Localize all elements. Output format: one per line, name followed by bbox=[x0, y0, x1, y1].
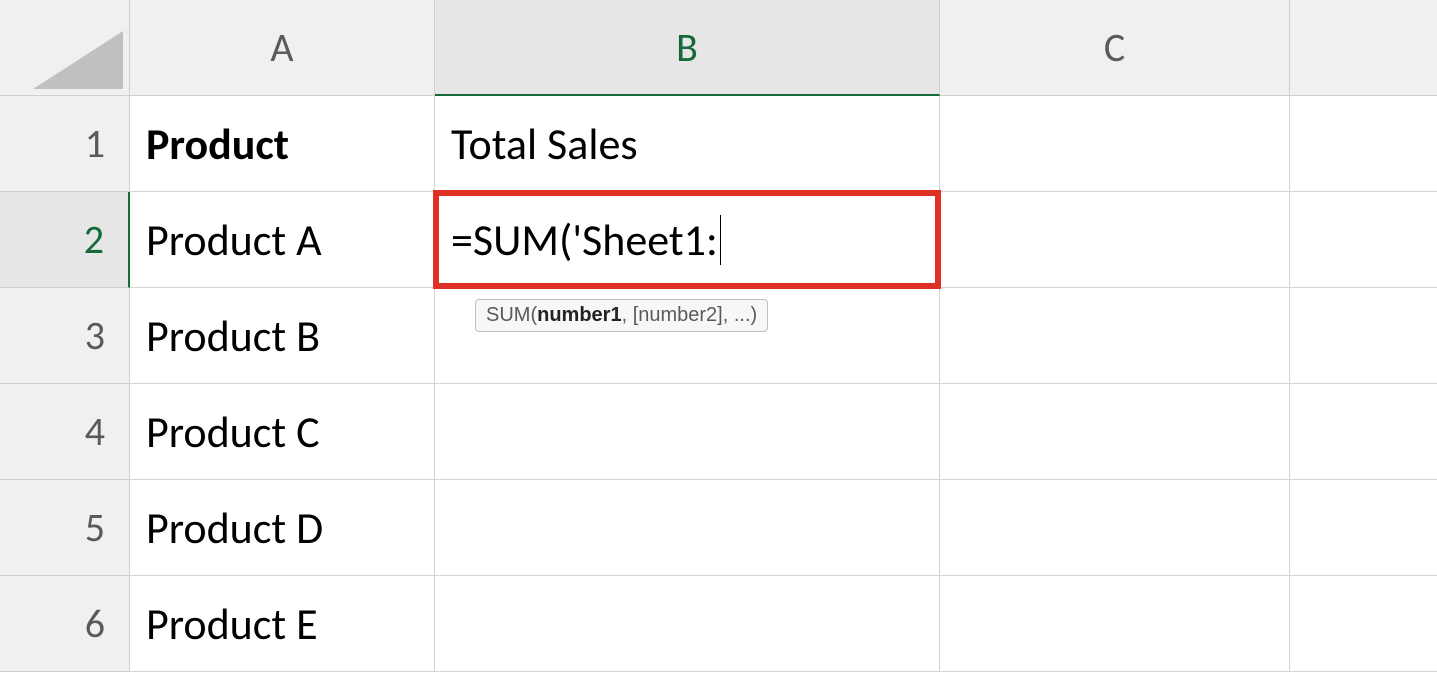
text-caret bbox=[720, 215, 721, 265]
col-header-D[interactable]: D bbox=[1290, 0, 1437, 96]
row-header-2[interactable]: 2 bbox=[0, 192, 130, 288]
cell-D4[interactable] bbox=[1290, 384, 1437, 480]
cell-B1[interactable]: Total Sales bbox=[435, 96, 940, 192]
cell-D2[interactable] bbox=[1290, 192, 1437, 288]
select-all-corner[interactable] bbox=[0, 0, 130, 96]
cell-B5[interactable] bbox=[435, 480, 940, 576]
col-header-A[interactable]: A bbox=[130, 0, 435, 96]
cell-C3[interactable] bbox=[940, 288, 1290, 384]
cell-B2[interactable]: =SUM('Sheet1: SUM(number1, [number2], ..… bbox=[435, 192, 940, 288]
cell-A2[interactable]: Product A bbox=[130, 192, 435, 288]
row-header-5[interactable]: 5 bbox=[0, 480, 130, 576]
cell-A6[interactable]: Product E bbox=[130, 576, 435, 672]
tooltip-rest: , [number2], ...) bbox=[622, 304, 758, 326]
cell-D1[interactable] bbox=[1290, 96, 1437, 192]
cell-D5[interactable] bbox=[1290, 480, 1437, 576]
col-header-C[interactable]: C bbox=[940, 0, 1290, 96]
cell-A4[interactable]: Product C bbox=[130, 384, 435, 480]
cell-C5[interactable] bbox=[940, 480, 1290, 576]
cell-C2[interactable] bbox=[940, 192, 1290, 288]
row-header-6[interactable]: 6 bbox=[0, 576, 130, 672]
cell-D6[interactable] bbox=[1290, 576, 1437, 672]
cell-A3[interactable]: Product B bbox=[130, 288, 435, 384]
cell-B6[interactable] bbox=[435, 576, 940, 672]
cell-B4[interactable] bbox=[435, 384, 940, 480]
spreadsheet-grid: A B C D 1 Product Total Sales 2 Product … bbox=[0, 0, 1437, 672]
cell-C1[interactable] bbox=[940, 96, 1290, 192]
cell-C6[interactable] bbox=[940, 576, 1290, 672]
formula-text: =SUM('Sheet1: bbox=[451, 213, 718, 267]
row-header-1[interactable]: 1 bbox=[0, 96, 130, 192]
col-header-B[interactable]: B bbox=[435, 0, 940, 96]
row-header-3[interactable]: 3 bbox=[0, 288, 130, 384]
row-header-4[interactable]: 4 bbox=[0, 384, 130, 480]
tooltip-arg1: number1 bbox=[537, 304, 621, 326]
cell-A1[interactable]: Product bbox=[130, 96, 435, 192]
tooltip-fn: SUM( bbox=[486, 304, 537, 326]
cell-D3[interactable] bbox=[1290, 288, 1437, 384]
formula-tooltip[interactable]: SUM(number1, [number2], ...) bbox=[475, 299, 768, 332]
cell-C4[interactable] bbox=[940, 384, 1290, 480]
cell-A5[interactable]: Product D bbox=[130, 480, 435, 576]
